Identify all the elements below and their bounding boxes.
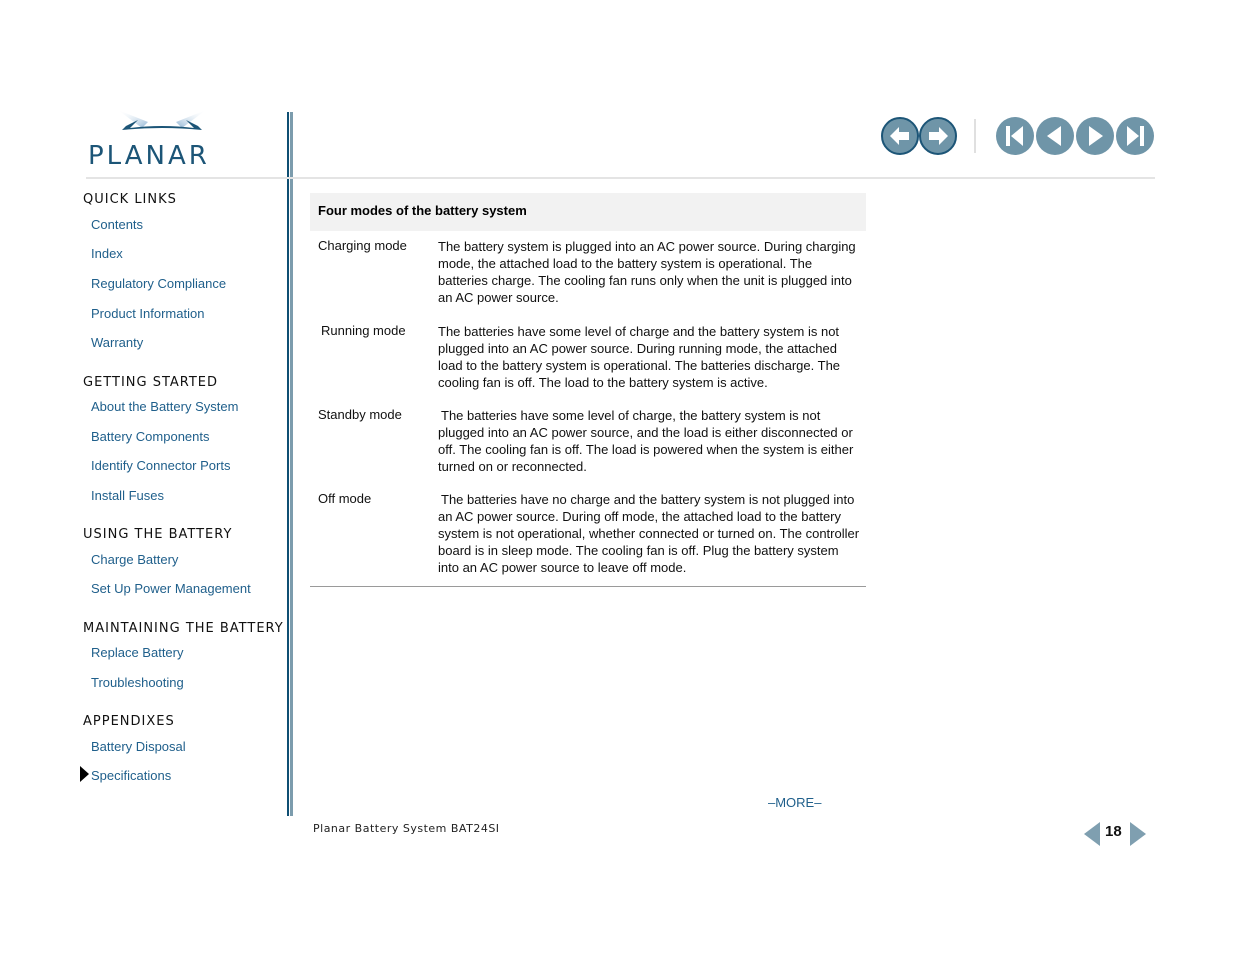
skip-first-icon [1006, 126, 1023, 146]
planar-logo: PLANAR [86, 106, 242, 168]
page-number: 18 [1105, 823, 1122, 840]
more-link[interactable]: –MORE– [768, 795, 821, 810]
first-page-button[interactable] [996, 117, 1034, 155]
current-page-marker-icon [80, 766, 89, 782]
page-previous-arrow-icon[interactable] [1084, 822, 1100, 846]
triangle-right-icon [1089, 126, 1103, 146]
sidebar-heading-getting-started: GETTING STARTED [83, 375, 219, 390]
logo-wing-left-icon [118, 110, 148, 128]
table-bottom-rule [310, 586, 866, 587]
sidebar-link-charge-battery[interactable]: Charge Battery [91, 552, 178, 567]
skip-last-icon [1127, 126, 1144, 146]
sidebar-link-identify-connector-ports[interactable]: Identify Connector Ports [91, 458, 230, 473]
arrow-left-icon [890, 127, 909, 145]
mode-label: Running mode [321, 323, 406, 338]
sidebar-link-install-fuses[interactable]: Install Fuses [91, 488, 164, 503]
sidebar-link-battery-disposal[interactable]: Battery Disposal [91, 739, 186, 754]
mode-description: The battery system is plugged into an AC… [438, 239, 856, 305]
sidebar-divider-accent [290, 112, 293, 816]
mode-label: Standby mode [318, 407, 402, 422]
mode-description: The batteries have no charge and the bat… [438, 492, 860, 575]
sidebar-link-set-up-power-management[interactable]: Set Up Power Management [91, 581, 251, 596]
last-page-button[interactable] [1116, 117, 1154, 155]
logo-wing-right-icon [176, 110, 206, 128]
sidebar-heading-appendixes: APPENDIXES [83, 714, 175, 729]
back-button[interactable] [881, 117, 919, 155]
table-title: Four modes of the battery system [318, 203, 527, 218]
sidebar-link-replace-battery[interactable]: Replace Battery [91, 645, 184, 660]
sidebar-link-about-battery-system[interactable]: About the Battery System [91, 399, 238, 414]
mode-label: Off mode [318, 491, 372, 506]
sidebar-link-troubleshooting[interactable]: Troubleshooting [91, 675, 184, 690]
triangle-left-icon [1047, 126, 1061, 146]
sidebar-link-index[interactable]: Index [91, 246, 123, 261]
mode-description: The batteries have some level of charge … [438, 324, 841, 390]
arrow-right-icon [929, 127, 948, 145]
sidebar-link-battery-components[interactable]: Battery Components [91, 429, 210, 444]
header-rule [86, 177, 1155, 179]
sidebar-divider [287, 112, 289, 816]
document-title: Planar Battery System BAT24SI [313, 822, 500, 835]
mode-label: Charging mode [318, 238, 407, 253]
next-page-button[interactable] [1076, 117, 1114, 155]
forward-button[interactable] [919, 117, 957, 155]
sidebar-link-product-information[interactable]: Product Information [91, 306, 204, 321]
previous-page-button[interactable] [1036, 117, 1074, 155]
table-header: Four modes of the battery system [310, 193, 866, 231]
sidebar-heading-maintaining-the-battery: MAINTAINING THE BATTERY [83, 621, 284, 636]
sidebar-link-contents[interactable]: Contents [91, 217, 143, 232]
sidebar-link-specifications[interactable]: Specifications [91, 768, 171, 783]
page-next-arrow-icon[interactable] [1130, 822, 1146, 846]
sidebar-link-warranty[interactable]: Warranty [91, 335, 143, 350]
sidebar-heading-using-the-battery: USING THE BATTERY [83, 527, 233, 542]
sidebar-link-regulatory-compliance[interactable]: Regulatory Compliance [91, 276, 226, 291]
logo-text: PLANAR [88, 141, 210, 168]
mode-description: The batteries have some level of charge,… [438, 408, 854, 474]
toolbar-separator [974, 119, 976, 153]
sidebar-heading-quick-links: QUICK LINKS [83, 192, 177, 207]
